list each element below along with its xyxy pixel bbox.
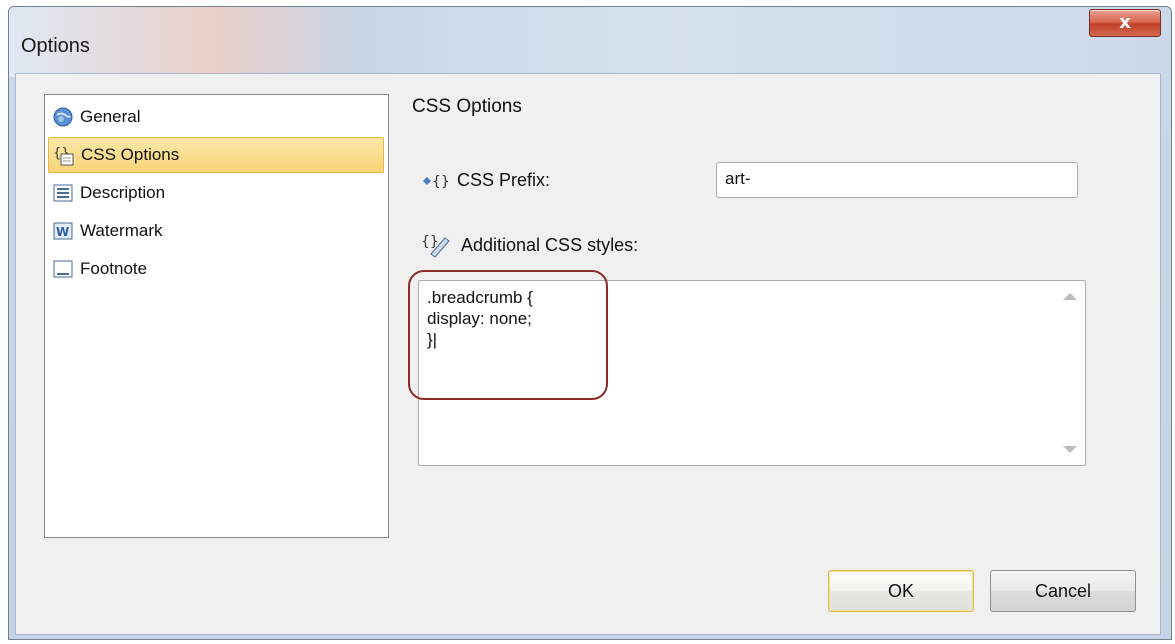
nav-item-label: CSS Options xyxy=(81,145,180,164)
css-styles-icon: {} xyxy=(421,232,453,258)
nav-item-description[interactable]: Description xyxy=(48,175,384,211)
close-button[interactable]: x xyxy=(1089,9,1161,37)
dialog-body: General {} CSS Options Description W Wat… xyxy=(15,73,1161,635)
globe-icon xyxy=(52,106,74,128)
css-prefix-label-row: {} CSS Prefix: xyxy=(421,170,550,191)
nav-item-general[interactable]: General xyxy=(48,99,384,135)
ok-button[interactable]: OK xyxy=(828,570,974,612)
css-braces-icon: {} xyxy=(53,144,75,166)
css-prefix-label: CSS Prefix: xyxy=(457,170,551,190)
scroll-down-icon[interactable] xyxy=(1063,446,1077,453)
nav-item-label: Watermark xyxy=(80,221,163,240)
options-dialog: Options x General {} CSS Options xyxy=(8,6,1172,640)
options-nav-list: General {} CSS Options Description W Wat… xyxy=(44,94,389,538)
footnote-icon xyxy=(52,258,74,280)
close-icon: x xyxy=(1119,12,1131,33)
cancel-button[interactable]: Cancel xyxy=(990,570,1136,612)
nav-item-css-options[interactable]: {} CSS Options xyxy=(48,137,384,173)
nav-item-label: General xyxy=(80,107,141,126)
additional-css-label: Additional CSS styles: xyxy=(461,234,639,255)
highlight-annotation xyxy=(408,270,608,400)
nav-item-label: Description xyxy=(80,183,166,202)
nav-item-watermark[interactable]: W Watermark xyxy=(48,213,384,249)
additional-css-label-row: {} Additional CSS styles: xyxy=(421,232,638,258)
watermark-icon: W xyxy=(52,220,74,242)
nav-item-footnote[interactable]: Footnote xyxy=(48,251,384,287)
nav-item-label: Footnote xyxy=(80,259,148,278)
svg-text:{}: {} xyxy=(432,174,450,190)
title-bar[interactable]: Options x xyxy=(9,7,1171,77)
description-icon xyxy=(52,182,74,204)
css-prefix-input[interactable]: art- xyxy=(716,162,1078,198)
svg-text:W: W xyxy=(56,225,69,239)
scroll-up-icon[interactable] xyxy=(1063,293,1077,300)
dialog-title: Options xyxy=(21,35,90,57)
section-title: CSS Options xyxy=(412,96,522,117)
css-prefix-icon: {} xyxy=(421,171,451,191)
